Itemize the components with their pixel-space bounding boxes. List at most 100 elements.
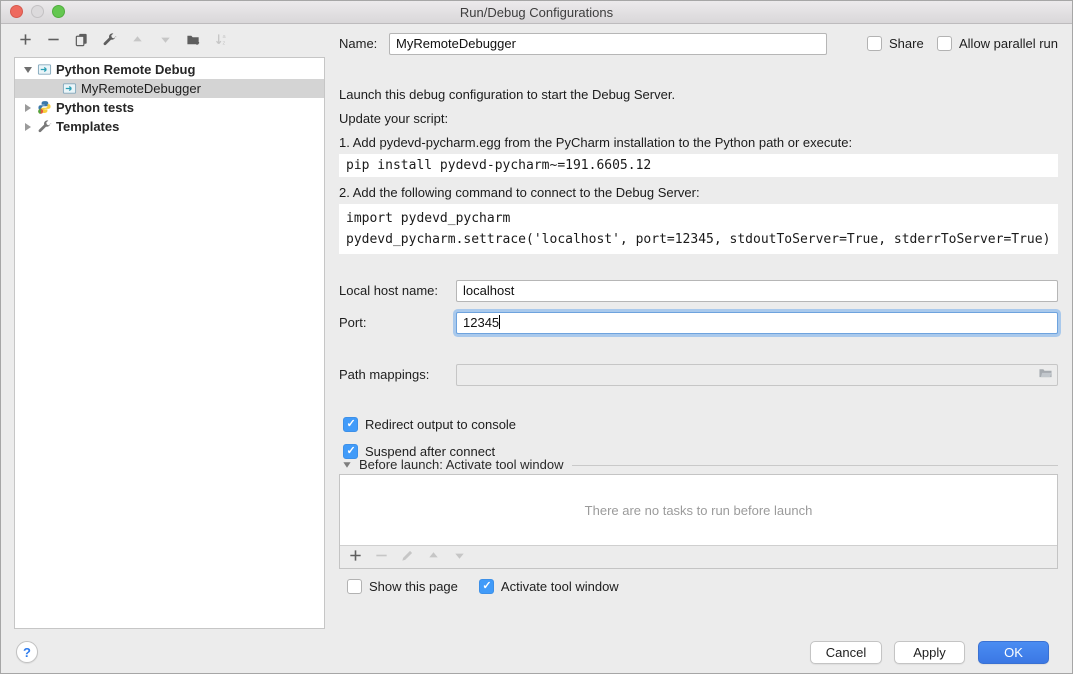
before-launch-title: Before launch: Activate tool window bbox=[359, 457, 564, 472]
configurations-tree: Python Remote Debug MyRemoteDebugger Pyt… bbox=[14, 57, 325, 629]
question-mark-icon: ? bbox=[23, 645, 31, 660]
title-bar: Run/Debug Configurations bbox=[1, 1, 1072, 24]
intro-text-line1: Launch this debug configuration to start… bbox=[339, 87, 675, 103]
remove-task-button[interactable] bbox=[374, 550, 388, 564]
allow-parallel-run-checkbox-row: Allow parallel run bbox=[937, 36, 1058, 51]
svg-text:z: z bbox=[222, 40, 225, 46]
activate-tool-window-label[interactable]: Activate tool window bbox=[501, 579, 619, 594]
settrace-code[interactable]: import pydevd_pycharm pydevd_pycharm.set… bbox=[339, 204, 1058, 254]
allow-parallel-run-checkbox[interactable] bbox=[937, 36, 952, 51]
port-input[interactable]: 12345 bbox=[456, 312, 1058, 334]
configuration-editor: Name: MyRemoteDebugger Share Allow paral… bbox=[339, 29, 1060, 629]
add-configuration-button[interactable] bbox=[17, 32, 34, 49]
page-options-row: Show this page Activate tool window bbox=[347, 579, 619, 594]
wrench-icon bbox=[102, 32, 117, 50]
text-caret bbox=[499, 315, 500, 329]
tree-item-label: Python tests bbox=[56, 98, 134, 117]
intro-text-line2: Update your script: bbox=[339, 111, 448, 127]
arrow-up-icon bbox=[426, 548, 441, 566]
zoom-window-button[interactable] bbox=[52, 5, 65, 18]
traffic-lights bbox=[10, 5, 65, 18]
tree-item-python-tests[interactable]: Python tests bbox=[15, 98, 324, 117]
apply-button[interactable]: Apply bbox=[894, 641, 965, 664]
step1-text: 1. Add pydevd-pycharm.egg from the PyCha… bbox=[339, 135, 852, 151]
minus-icon bbox=[46, 32, 61, 50]
local-host-input[interactable]: localhost bbox=[456, 280, 1058, 302]
ok-button[interactable]: OK bbox=[978, 641, 1049, 664]
pip-install-code[interactable]: pip install pydevd-pycharm~=191.6605.12 bbox=[339, 154, 1058, 177]
show-this-page-checkbox[interactable] bbox=[347, 579, 362, 594]
wrench-icon bbox=[36, 119, 52, 135]
step2-text: 2. Add the following command to connect … bbox=[339, 185, 700, 201]
configurations-toolbar: az bbox=[17, 32, 230, 49]
pencil-icon bbox=[400, 548, 415, 566]
move-task-down-button[interactable] bbox=[452, 550, 466, 564]
allow-parallel-run-label[interactable]: Allow parallel run bbox=[959, 36, 1058, 51]
move-up-button[interactable] bbox=[129, 32, 146, 49]
local-host-row: Local host name: localhost bbox=[339, 280, 1060, 302]
tree-item-label: Python Remote Debug bbox=[56, 60, 195, 79]
plus-icon bbox=[18, 32, 33, 50]
remote-debug-icon bbox=[61, 81, 77, 97]
minus-icon bbox=[374, 548, 389, 566]
port-row: Port: 12345 bbox=[339, 312, 1060, 334]
tree-item-python-remote-debug[interactable]: Python Remote Debug bbox=[15, 60, 324, 79]
cancel-button[interactable]: Cancel bbox=[810, 641, 882, 664]
edit-task-button[interactable] bbox=[400, 550, 414, 564]
local-host-label: Local host name: bbox=[339, 280, 438, 302]
sort-az-icon: az bbox=[214, 32, 229, 50]
name-label: Name: bbox=[339, 33, 377, 55]
new-folder-icon bbox=[186, 32, 201, 50]
chevron-down-icon[interactable] bbox=[22, 67, 33, 73]
move-task-up-button[interactable] bbox=[426, 550, 440, 564]
tree-item-templates[interactable]: Templates bbox=[15, 117, 324, 136]
minimize-window-button bbox=[31, 5, 44, 18]
copy-icon bbox=[74, 32, 89, 50]
help-button[interactable]: ? bbox=[16, 641, 38, 663]
chevron-right-icon[interactable] bbox=[22, 123, 33, 131]
name-input[interactable]: MyRemoteDebugger bbox=[389, 33, 827, 55]
plus-icon bbox=[348, 548, 363, 566]
arrow-down-icon bbox=[452, 548, 467, 566]
close-window-button[interactable] bbox=[10, 5, 23, 18]
before-launch-toolbar bbox=[340, 545, 1057, 568]
before-launch-empty-text: There are no tasks to run before launch bbox=[340, 475, 1057, 545]
before-launch-panel: There are no tasks to run before launch bbox=[339, 474, 1058, 569]
arrow-up-icon bbox=[130, 32, 145, 50]
path-mappings-row: Path mappings: bbox=[339, 364, 1060, 386]
python-tests-icon bbox=[36, 100, 52, 116]
browse-folder-button[interactable] bbox=[1036, 367, 1054, 383]
name-row: Name: MyRemoteDebugger Share Allow paral… bbox=[339, 33, 1060, 55]
path-mappings-input[interactable] bbox=[456, 364, 1058, 386]
share-label[interactable]: Share bbox=[889, 36, 924, 51]
folder-open-icon bbox=[1038, 365, 1053, 385]
redirect-output-label[interactable]: Redirect output to console bbox=[365, 417, 516, 432]
window-title: Run/Debug Configurations bbox=[460, 5, 613, 20]
copy-configuration-button[interactable] bbox=[73, 32, 90, 49]
port-label: Port: bbox=[339, 312, 366, 334]
edit-configuration-button[interactable] bbox=[101, 32, 118, 49]
tree-item-myremotedebugger[interactable]: MyRemoteDebugger bbox=[15, 79, 324, 98]
move-down-button[interactable] bbox=[157, 32, 174, 49]
run-debug-configurations-dialog: Run/Debug Configurations az bbox=[0, 0, 1073, 674]
arrow-down-icon bbox=[158, 32, 173, 50]
before-launch-header[interactable]: Before launch: Activate tool window bbox=[339, 457, 1058, 472]
share-checkbox[interactable] bbox=[867, 36, 882, 51]
chevron-down-icon bbox=[343, 462, 350, 467]
new-folder-button[interactable] bbox=[185, 32, 202, 49]
chevron-right-icon[interactable] bbox=[22, 104, 33, 112]
tree-item-label: Templates bbox=[56, 117, 119, 136]
svg-text:a: a bbox=[222, 34, 226, 40]
add-task-button[interactable] bbox=[348, 550, 362, 564]
tree-item-label: MyRemoteDebugger bbox=[81, 79, 201, 98]
redirect-output-checkbox[interactable] bbox=[343, 417, 358, 432]
show-this-page-label[interactable]: Show this page bbox=[369, 579, 458, 594]
activate-tool-window-checkbox[interactable] bbox=[479, 579, 494, 594]
redirect-output-row: Redirect output to console bbox=[343, 417, 516, 432]
remove-configuration-button[interactable] bbox=[45, 32, 62, 49]
path-mappings-label: Path mappings: bbox=[339, 364, 429, 386]
share-checkbox-row: Share bbox=[867, 36, 924, 51]
remote-debug-icon bbox=[36, 62, 52, 78]
separator-line bbox=[572, 465, 1058, 466]
sort-configurations-button[interactable]: az bbox=[213, 32, 230, 49]
